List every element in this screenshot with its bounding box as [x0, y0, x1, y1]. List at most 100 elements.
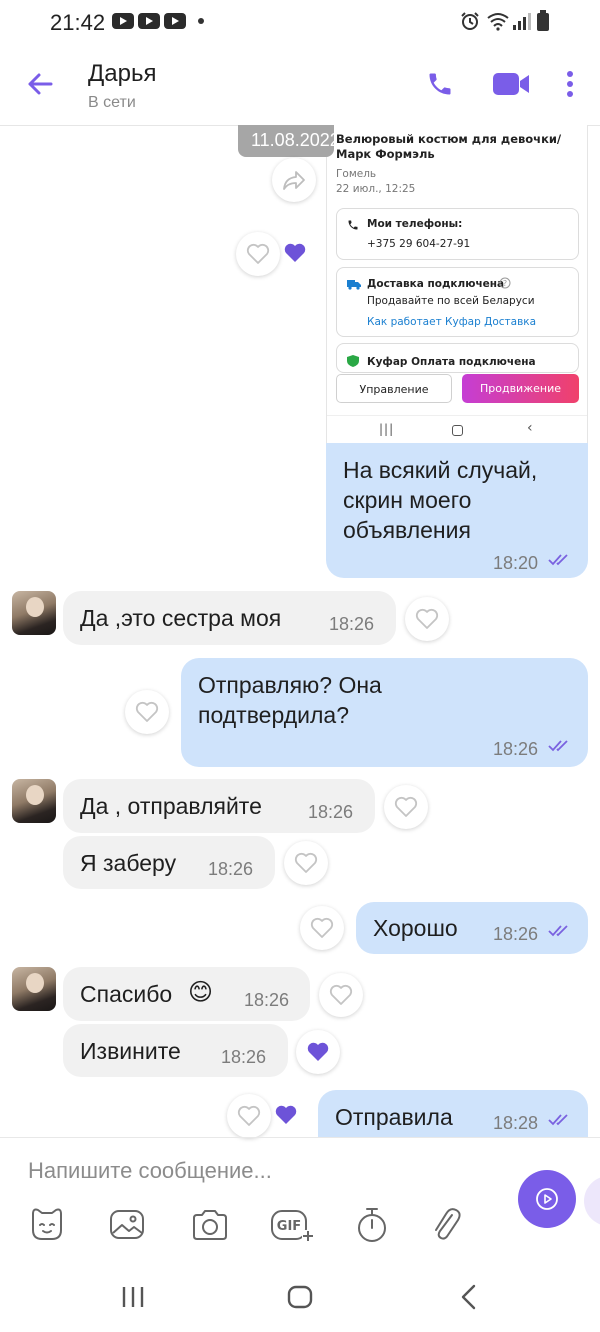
- message-text: Да , отправляйте: [80, 793, 262, 819]
- wifi-icon: [487, 13, 509, 31]
- phones-label: Мои телефоны:: [367, 218, 463, 230]
- message-time: 18:26: [493, 739, 539, 759]
- youtube-notification-icon: [112, 13, 134, 29]
- read-ticks-icon: [548, 554, 568, 566]
- phone-call-icon[interactable]: [426, 70, 454, 98]
- message-text: Отправляю? Она подтвердила?: [198, 672, 382, 728]
- heart-outline-icon: [329, 984, 353, 1005]
- payment-card: Куфар Оплата подключена: [336, 343, 579, 373]
- composer-divider: [0, 1137, 600, 1138]
- message-text: На всякий случай, скрин моего объявления: [343, 457, 538, 543]
- status-time: 21:42: [50, 10, 106, 35]
- message-text: Хорошо: [373, 915, 458, 941]
- camera-icon[interactable]: [190, 1207, 230, 1243]
- message-text: Да ,это сестра моя: [80, 605, 282, 631]
- delivery-card: Доставка подключена ? Продавайте по всей…: [336, 267, 579, 337]
- avatar-face: [26, 785, 44, 805]
- send-voice-button[interactable]: [518, 1170, 576, 1228]
- like-button[interactable]: [405, 597, 449, 641]
- outgoing-message[interactable]: Хорошо 18:26: [356, 902, 588, 954]
- heart-outline-icon: [294, 852, 318, 873]
- forward-button[interactable]: [272, 158, 316, 202]
- back-icon: ‹: [527, 420, 533, 436]
- phone-number: +375 29 604-27-91: [367, 238, 471, 250]
- more-options-icon[interactable]: [564, 70, 576, 98]
- home-icon[interactable]: [286, 1283, 314, 1311]
- back-icon[interactable]: [455, 1283, 483, 1311]
- help-icon: ?: [499, 277, 511, 289]
- play-circle-icon: [536, 1188, 558, 1210]
- like-button[interactable]: [284, 841, 328, 885]
- gif-icon[interactable]: GIF: [270, 1206, 314, 1244]
- contact-avatar[interactable]: [12, 967, 56, 1011]
- heart-filled-icon: [307, 1042, 329, 1061]
- outgoing-message[interactable]: Отправляю? Она подтвердила? 18:26: [181, 658, 588, 767]
- message-time: 18:26: [221, 1047, 267, 1067]
- heart-outline-icon: [415, 608, 439, 629]
- incoming-message[interactable]: Я заберу 18:26: [63, 836, 275, 889]
- message-time: 18:26: [208, 859, 254, 879]
- like-button[interactable]: [384, 785, 428, 829]
- like-button[interactable]: [296, 1030, 340, 1074]
- incoming-message[interactable]: Да , отправляйте 18:26: [63, 779, 375, 833]
- heart-filled-icon[interactable]: [283, 242, 307, 264]
- avatar-face: [26, 973, 44, 993]
- read-ticks-icon: [548, 740, 568, 752]
- outgoing-message[interactable]: Отправила 18:28: [318, 1090, 588, 1137]
- like-button[interactable]: [227, 1094, 271, 1138]
- delivery-text: Продавайте по всей Беларуси: [367, 295, 535, 307]
- message-text: Отправила: [335, 1104, 453, 1130]
- youtube-notification-icon: [138, 13, 160, 29]
- svg-text:?: ?: [503, 279, 507, 288]
- recents-icon: |||: [379, 422, 395, 436]
- back-arrow-icon[interactable]: [26, 70, 54, 98]
- like-button[interactable]: [125, 690, 169, 734]
- attached-image[interactable]: Велюровый костюм для девочки/Марк Формэл…: [326, 125, 588, 443]
- promote-button: Продвижение: [462, 374, 579, 403]
- phones-card: Мои телефоны: +375 29 604-27-91: [336, 208, 579, 260]
- recents-icon[interactable]: [119, 1283, 147, 1311]
- extra-action-edge[interactable]: [584, 1176, 600, 1226]
- contact-avatar[interactable]: [12, 779, 56, 823]
- heart-outline-icon: [237, 1105, 261, 1126]
- heart-outline-icon: [135, 701, 159, 722]
- payment-label: Куфар Оплата подключена: [367, 356, 536, 368]
- message-time: 18:26: [308, 802, 354, 822]
- contact-status: В сети: [88, 94, 136, 111]
- message-time: 18:26: [493, 924, 539, 944]
- contact-name[interactable]: Дарья: [88, 60, 156, 88]
- youtube-notification-icon: [164, 13, 186, 29]
- incoming-message[interactable]: Да ,это сестра моя 18:26: [63, 591, 396, 645]
- video-call-icon[interactable]: [492, 71, 530, 97]
- more-notifications-dot: [198, 18, 204, 24]
- phone-icon: [348, 220, 358, 230]
- attachment-icon[interactable]: [430, 1205, 462, 1245]
- avatar-face: [26, 597, 44, 617]
- message-text: Я заберу: [80, 850, 177, 876]
- date-chip: 11.08.2022: [238, 125, 334, 157]
- outgoing-message[interactable]: На всякий случай, скрин моего объявления…: [326, 443, 588, 578]
- contact-avatar[interactable]: [12, 591, 56, 635]
- message-time: 18:26: [244, 990, 290, 1010]
- sticker-icon[interactable]: [28, 1206, 66, 1242]
- timer-icon[interactable]: [355, 1205, 389, 1245]
- forward-icon: [283, 171, 305, 190]
- heart-filled-icon[interactable]: [274, 1104, 298, 1126]
- like-button[interactable]: [236, 232, 280, 276]
- incoming-message[interactable]: Спасибо 😊 18:26: [63, 967, 310, 1021]
- like-button[interactable]: [300, 906, 344, 950]
- message-input[interactable]: Напишите сообщение...: [28, 1158, 272, 1184]
- battery-icon: [537, 10, 549, 31]
- read-ticks-icon: [548, 925, 568, 937]
- gallery-icon[interactable]: [108, 1208, 146, 1242]
- heart-outline-icon: [310, 917, 334, 938]
- listing-date: 22 июл., 12:25: [336, 183, 416, 195]
- like-button[interactable]: [319, 973, 363, 1017]
- svg-text:GIF: GIF: [277, 1219, 301, 1234]
- smile-emoji: 😊: [188, 979, 214, 1006]
- message-time: 18:26: [329, 614, 375, 634]
- screenshot-navbar: ||| ‹: [327, 415, 587, 443]
- signal-icon: [513, 13, 531, 30]
- shield-check-icon: [347, 355, 359, 367]
- incoming-message[interactable]: Извините 18:26: [63, 1024, 288, 1077]
